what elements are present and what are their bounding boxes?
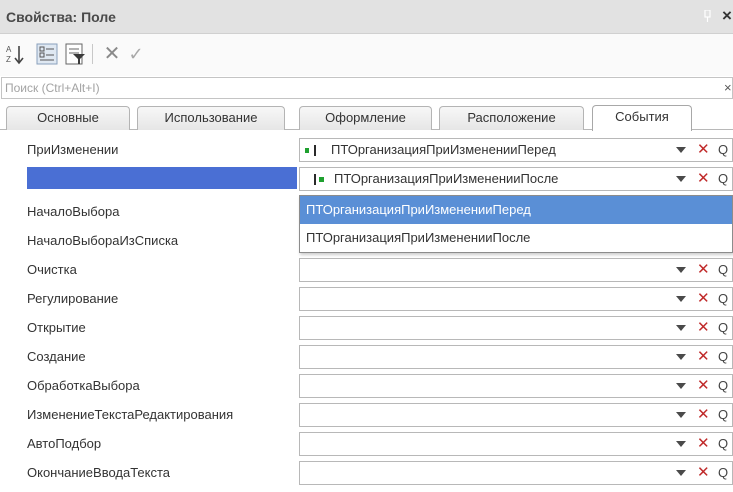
open-icon[interactable]: Q	[718, 141, 728, 159]
open-icon[interactable]: Q	[718, 464, 728, 482]
filter-icon[interactable]	[63, 42, 87, 66]
property-label: ОбработкаВыбора	[27, 378, 140, 393]
property-label: Создание	[27, 349, 86, 364]
dropdown-arrow-icon[interactable]	[676, 267, 686, 273]
tab-appearance[interactable]: Оформление	[299, 106, 432, 130]
property-label: Открытие	[27, 320, 86, 335]
clear-icon[interactable]: ✕	[697, 170, 710, 188]
open-icon[interactable]: Q	[718, 377, 728, 395]
property-label: Очистка	[27, 262, 77, 277]
property-label: АвтоПодбор	[27, 436, 102, 451]
property-label: ИзменениеТекстаРедактирования	[27, 407, 234, 422]
dropdown-option[interactable]: ПТОрганизацияПриИзмененииПосле	[300, 224, 732, 252]
property-field[interactable]: ПТОрганизацияПриИзмененииПосле ✕ Q	[299, 167, 733, 191]
clear-icon[interactable]: ✕	[697, 435, 710, 453]
clear-icon[interactable]: ✕	[697, 377, 710, 395]
dropdown-arrow-icon[interactable]	[676, 176, 686, 182]
dropdown-arrow-icon[interactable]	[676, 147, 686, 153]
tab-events[interactable]: События	[592, 105, 692, 131]
tab-usage[interactable]: Использование	[137, 106, 285, 130]
module-green-icon	[305, 145, 316, 156]
clear-icon[interactable]: ✕	[697, 261, 710, 279]
property-field[interactable]: ✕ Q	[299, 258, 733, 282]
module-green-icon	[314, 174, 324, 185]
close-button[interactable]: ×	[722, 6, 732, 26]
pin-icon[interactable]	[703, 10, 712, 22]
property-row: ПТОрганизацияПриИзмененииПосле ✕ Q	[0, 166, 733, 195]
property-field[interactable]: ✕ Q	[299, 287, 733, 311]
property-label-selected[interactable]	[27, 167, 297, 189]
dropdown-arrow-icon[interactable]	[676, 325, 686, 331]
clear-icon[interactable]: ✕	[697, 464, 710, 482]
property-field[interactable]: ✕ Q	[299, 403, 733, 427]
dropdown-option[interactable]: ПТОрганизацияПриИзмененииПеред	[300, 196, 732, 224]
dropdown-arrow-icon[interactable]	[676, 383, 686, 389]
clear-icon[interactable]: ✕	[697, 290, 710, 308]
property-label: НачалоВыбораИзСписка	[27, 233, 179, 248]
open-icon[interactable]: Q	[718, 170, 728, 188]
dropdown-arrow-icon[interactable]	[676, 441, 686, 447]
property-field[interactable]: ПТОрганизацияПриИзмененииПеред ✕ Q	[299, 138, 733, 162]
clear-icon[interactable]: ✕	[697, 141, 710, 159]
clear-icon[interactable]: ✕	[697, 406, 710, 424]
sort-alpha-icon[interactable]: A Z	[4, 42, 28, 66]
categories-icon[interactable]	[35, 42, 59, 66]
tab-layout[interactable]: Расположение	[439, 106, 584, 130]
tab-main[interactable]: Основные	[6, 106, 130, 130]
property-label: Регулирование	[27, 291, 119, 306]
open-icon[interactable]: Q	[718, 290, 728, 308]
search-clear-button[interactable]: ×	[724, 80, 732, 95]
property-field[interactable]: ✕ Q	[299, 316, 733, 340]
dropdown-arrow-icon[interactable]	[676, 296, 686, 302]
dropdown-arrow-icon[interactable]	[676, 470, 686, 476]
title-bar: Свойства: Поле ×	[0, 0, 733, 34]
svg-text:A: A	[6, 45, 12, 54]
open-icon[interactable]: Q	[718, 348, 728, 366]
dropdown-arrow-icon[interactable]	[676, 354, 686, 360]
search-box: ×	[1, 77, 733, 99]
open-icon[interactable]: Q	[718, 435, 728, 453]
clear-icon[interactable]: ✕	[697, 319, 710, 337]
dropdown-arrow-icon[interactable]	[676, 412, 686, 418]
toolbar-separator	[92, 44, 93, 64]
open-icon[interactable]: Q	[718, 261, 728, 279]
cancel-button[interactable]: ✕	[100, 42, 124, 66]
property-label: ПриИзменении	[27, 142, 119, 157]
search-input[interactable]	[2, 78, 702, 98]
open-icon[interactable]: Q	[718, 319, 728, 337]
confirm-button[interactable]: ✓	[124, 42, 148, 66]
open-icon[interactable]: Q	[718, 406, 728, 424]
property-value: ПТОрганизацияПриИзмененииПеред	[331, 142, 556, 157]
clear-icon[interactable]: ✕	[697, 348, 710, 366]
property-row: ПриИзменении ПТОрганизацияПриИзмененииПе…	[0, 137, 733, 166]
svg-text:Z: Z	[6, 55, 11, 64]
property-field[interactable]: ✕ Q	[299, 374, 733, 398]
property-row: ИзменениеТекстаРедактирования ✕ Q	[0, 402, 733, 431]
property-value: ПТОрганизацияПриИзмененииПосле	[334, 171, 559, 186]
property-field[interactable]: ✕ Q	[299, 345, 733, 369]
tab-bar: Основные Использование Оформление Распол…	[0, 103, 733, 131]
property-row: АвтоПодбор ✕ Q	[0, 431, 733, 460]
window-title: Свойства: Поле	[6, 9, 116, 25]
property-row: Открытие ✕ Q	[0, 315, 733, 344]
property-field[interactable]: ✕ Q	[299, 432, 733, 456]
property-row: ОбработкаВыбора ✕ Q	[0, 373, 733, 402]
property-row: ОкончаниеВводаТекста ✕ Q	[0, 460, 733, 489]
property-label: НачалоВыбора	[27, 204, 120, 219]
property-row: Регулирование ✕ Q	[0, 286, 733, 315]
property-label: ОкончаниеВводаТекста	[27, 465, 171, 480]
toolbar: A Z ✕ ✓	[0, 34, 733, 76]
property-field[interactable]: ✕ Q	[299, 461, 733, 485]
property-row: Создание ✕ Q	[0, 344, 733, 373]
property-row: Очистка ✕ Q	[0, 257, 733, 286]
dropdown-list: ПТОрганизацияПриИзмененииПеред ПТОрганиз…	[299, 195, 733, 253]
